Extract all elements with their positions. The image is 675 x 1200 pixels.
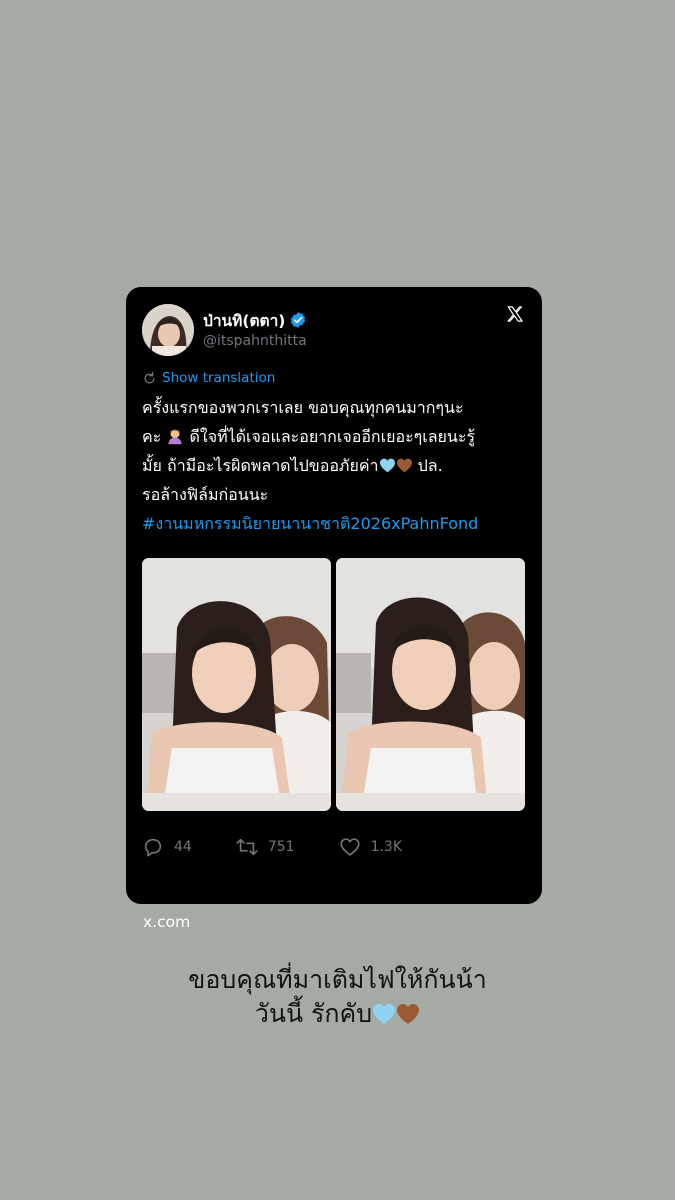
like-icon [340, 838, 360, 856]
repost-icon [236, 838, 258, 856]
tweet-text-fragment: ดีใจที่ได้เจอและอยากเจออีกเยอะๆเลยนะรู้ [189, 427, 476, 446]
caption-line-2: วันนี้ รักคับ [0, 997, 675, 1031]
like-button[interactable]: 1.3K [339, 836, 402, 858]
source-domain[interactable]: x.com [143, 913, 190, 931]
caption-line-2-text: วันนี้ รักคับ [254, 999, 373, 1028]
tweet-card[interactable]: ป่านทิ(ตตา) @itspahnthitta Show translat… [126, 287, 542, 904]
light-blue-heart-emoji-icon [373, 1004, 396, 1024]
hashtag-link[interactable]: #งานมหกรรมนิยายนานาชาติ2026xPahnFond [142, 509, 534, 538]
tweet-text: ครั้งแรกของพวกเราเลย ขอบคุณทุกคนมากๆนะ ค… [142, 393, 534, 538]
brown-heart-emoji-icon [397, 1004, 420, 1024]
reply-count: 44 [174, 839, 192, 855]
repost-button[interactable]: 751 [236, 836, 295, 858]
brown-heart-emoji-icon [396, 458, 412, 473]
tweet-text-line: มั้ย ถ้ามีอะไรผิดพลาดไปขออภัยค่า ปล. [142, 451, 534, 480]
tweet-text-line: รอล้างฟิล์มก่อนนะ [142, 485, 269, 504]
reply-button[interactable]: 44 [142, 836, 192, 858]
show-translation-link[interactable]: Show translation [142, 370, 275, 386]
tweet-text-line: คะ ดีใจที่ได้เจอและอยากเจออีกเยอะๆเลยนะร… [142, 422, 534, 451]
person-bowing-emoji-icon [168, 429, 183, 445]
tweet-actions: 44 751 1.3K [142, 835, 446, 859]
translate-icon [144, 371, 155, 383]
tweet-text-fragment: ปล. [417, 456, 443, 475]
display-name-row[interactable]: ป่านทิ(ตตา) [203, 309, 307, 331]
tweet-text-line: ครั้งแรกของพวกเราเลย ขอบคุณทุกคนมากๆนะ [142, 398, 464, 417]
tweet-text-fragment: คะ [142, 427, 162, 446]
display-name[interactable]: ป่านทิ(ตตา) [203, 308, 285, 333]
verified-badge-icon [291, 312, 306, 328]
tweet-photo-1[interactable] [142, 558, 331, 811]
tweet-photos [142, 558, 525, 811]
like-count: 1.3K [370, 839, 403, 855]
x-logo-icon[interactable] [506, 305, 524, 323]
reply-icon [144, 838, 162, 857]
tweet-photo-2[interactable] [336, 558, 525, 811]
show-translation-label[interactable]: Show translation [162, 370, 275, 386]
tweet-text-fragment: มั้ย ถ้ามีอะไรผิดพลาดไปขออภัยค่า [142, 456, 379, 475]
repost-count: 751 [267, 839, 295, 855]
user-handle[interactable]: @itspahnthitta [203, 333, 307, 349]
story-caption: ขอบคุณที่มาเติมไฟให้กันน้า วันนี้ รักคับ [0, 963, 675, 1031]
light-blue-heart-emoji-icon [379, 458, 395, 473]
caption-line-1: ขอบคุณที่มาเติมไฟให้กันน้า [188, 965, 487, 994]
avatar[interactable] [142, 304, 194, 356]
